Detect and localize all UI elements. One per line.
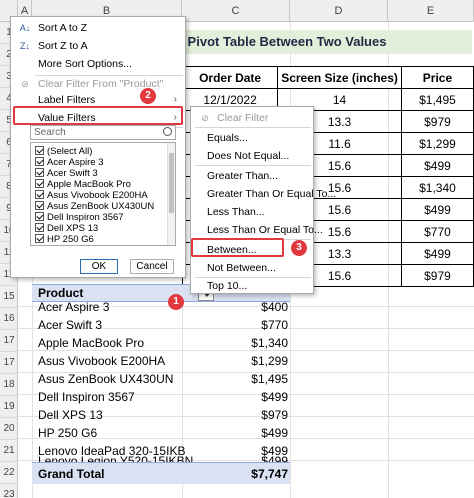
pivot-row-value: $979: [261, 408, 288, 422]
checkbox[interactable]: [35, 146, 44, 155]
row-header[interactable]: 16: [0, 308, 18, 330]
ok-button[interactable]: OK: [80, 259, 118, 274]
pivot-row-value: $499: [261, 426, 288, 440]
menu-item-label: Label Filters: [38, 94, 96, 106]
highlight-value-filters: [13, 106, 183, 125]
sort-descending-icon: Z↓: [20, 41, 30, 51]
grand-total-value: $7,747: [251, 467, 288, 481]
checklist-item[interactable]: HP 250 G6: [35, 233, 94, 245]
pivot-row-label: Dell Inspiron 3567: [38, 390, 135, 404]
pivot-row-label: Asus Vivobook E200HA: [38, 354, 166, 368]
checkbox[interactable]: [35, 212, 44, 221]
menu-item-sort-a-to-z[interactable]: A↓ Sort A to Z: [11, 19, 185, 37]
submenu-item-less-than-or-equal[interactable]: Less Than Or Equal To...: [191, 221, 323, 239]
row-header[interactable]: 15: [0, 286, 18, 308]
grand-total-label: Grand Total: [38, 467, 105, 481]
table-header-row: Order Date Screen Size (inches) Price: [181, 66, 474, 89]
pivot-row-label: Acer Swift 3: [38, 318, 103, 332]
pivot-row-label: Asus ZenBook UX430UN: [38, 372, 174, 386]
item-checklist: (Select All) Acer Aspire 3 Acer Swift 3 …: [30, 142, 176, 246]
checkbox[interactable]: [35, 190, 44, 199]
step-badge-3: 3: [291, 240, 307, 256]
table-cell[interactable]: $979: [400, 110, 474, 133]
menu-item-label: Sort A to Z: [38, 22, 88, 34]
row-header[interactable]: 20: [0, 418, 18, 440]
pivot-row-value: $1,299: [251, 354, 288, 368]
checkbox[interactable]: [35, 168, 44, 177]
row-header[interactable]: 22: [0, 462, 18, 484]
table-cell[interactable]: $499: [400, 198, 474, 221]
highlight-between: [191, 238, 284, 257]
clear-filter-icon: ⊘: [201, 113, 209, 123]
row-header[interactable]: 18: [0, 374, 18, 396]
checkbox[interactable]: [35, 157, 44, 166]
sheet-title: g Pivot Table Between Two Values: [176, 34, 387, 49]
pivot-row-label: Dell XPS 13: [38, 408, 103, 422]
checklist-scrollbar[interactable]: [167, 143, 175, 245]
table-cell[interactable]: $499: [400, 154, 474, 177]
checklist-item-label: HP 250 G6: [47, 234, 94, 245]
row-header[interactable]: 21: [0, 440, 18, 462]
submenu-item-equals[interactable]: Equals...: [191, 129, 313, 147]
column-header-c[interactable]: C: [182, 0, 290, 22]
search-input[interactable]: Search: [30, 125, 176, 140]
pivot-row-value: $400: [261, 300, 288, 314]
pivot-row-value: $499: [261, 390, 288, 404]
row-header[interactable]: 17: [0, 330, 18, 352]
submenu-item-top-10[interactable]: Top 10...: [191, 277, 313, 295]
step-badge-2: 2: [140, 88, 156, 104]
submenu-item-not-between[interactable]: Not Between...: [191, 259, 313, 277]
sort-ascending-icon: A↓: [19, 23, 31, 33]
scrollbar-thumb[interactable]: [169, 153, 174, 213]
pivot-row-value: $1,495: [251, 372, 288, 386]
table-cell[interactable]: $979: [400, 264, 474, 287]
pivot-row-value: $770: [261, 318, 288, 332]
pivot-row-label: HP 250 G6: [38, 426, 98, 440]
clear-filter-icon: ⊘: [21, 79, 29, 89]
search-placeholder: Search: [34, 127, 66, 138]
menu-separator: [195, 127, 311, 128]
row-header[interactable]: 17: [0, 352, 18, 374]
grand-total-row[interactable]: Grand Total $7,747: [32, 462, 290, 484]
cancel-button[interactable]: Cancel: [130, 259, 174, 274]
table-cell[interactable]: $1,340: [400, 176, 474, 199]
submenu-item-does-not-equal[interactable]: Does Not Equal...: [191, 147, 313, 165]
submenu-item-greater-than-or-equal[interactable]: Greater Than Or Equal To...: [191, 185, 336, 203]
pivot-row-label: Apple MacBook Pro: [38, 336, 145, 350]
pivot-row-value: $1,340: [251, 336, 288, 350]
table-cell[interactable]: $1,299: [400, 132, 474, 155]
value-filters-submenu: ⊘ Clear Filter Equals... Does Not Equal.…: [190, 106, 336, 295]
search-icon: [163, 127, 172, 136]
menu-item-label: More Sort Options...: [38, 58, 132, 70]
row-header[interactable]: 23: [0, 484, 18, 498]
checkbox[interactable]: [35, 223, 44, 232]
checkbox[interactable]: [35, 179, 44, 188]
row-header[interactable]: 19: [0, 396, 18, 418]
column-header-e[interactable]: E: [388, 0, 474, 22]
menu-item-sort-z-to-a[interactable]: Z↓ Sort Z to A: [11, 37, 185, 55]
table-cell[interactable]: $1,495: [400, 88, 474, 111]
column-header-d[interactable]: D: [290, 0, 388, 22]
menu-separator: [195, 165, 311, 166]
table-header-cell[interactable]: Price: [400, 66, 474, 89]
submenu-item-less-than[interactable]: Less Than...: [191, 203, 313, 221]
table-header-cell[interactable]: Order Date: [181, 66, 279, 89]
checkbox[interactable]: [35, 234, 44, 243]
table-header-cell[interactable]: Screen Size (inches): [277, 66, 402, 89]
submenu-item-label: Clear Filter: [217, 112, 269, 124]
submenu-item-clear-filter[interactable]: ⊘ Clear Filter: [191, 109, 313, 127]
checkbox[interactable]: [35, 201, 44, 210]
pivot-row-label: Acer Aspire 3: [38, 300, 110, 314]
menu-item-more-sort-options[interactable]: More Sort Options...: [11, 55, 185, 73]
submenu-item-greater-than[interactable]: Greater Than...: [191, 167, 313, 185]
table-cell[interactable]: $499: [400, 242, 474, 265]
menu-item-label: Sort Z to A: [38, 40, 88, 52]
table-cell[interactable]: $770: [400, 220, 474, 243]
